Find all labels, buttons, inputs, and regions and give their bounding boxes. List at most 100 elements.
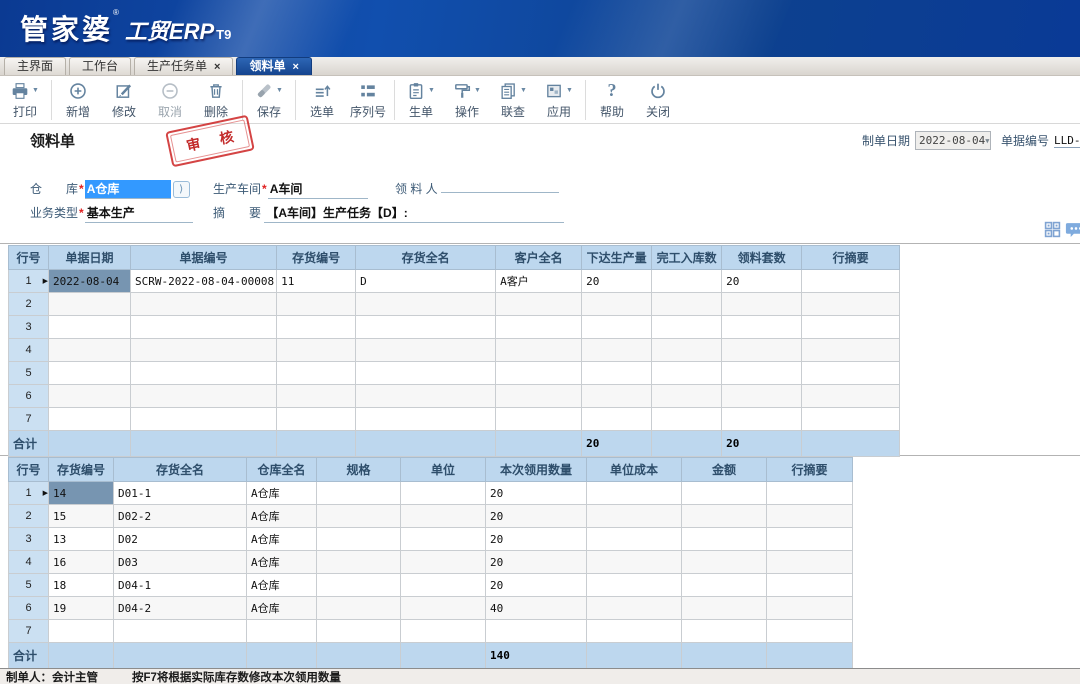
cell[interactable] <box>401 482 486 505</box>
cell[interactable] <box>49 316 131 339</box>
cell[interactable]: D01-1 <box>114 482 247 505</box>
cell[interactable] <box>277 362 356 385</box>
row-number-cell[interactable]: 5 <box>9 362 49 385</box>
cell[interactable] <box>277 339 356 362</box>
cell[interactable] <box>317 551 401 574</box>
cell[interactable] <box>802 270 900 293</box>
column-header[interactable]: 存货编号 <box>277 246 356 270</box>
column-header[interactable]: 行摘要 <box>767 458 853 482</box>
cell[interactable]: 20 <box>722 270 802 293</box>
cell[interactable] <box>682 528 767 551</box>
cell[interactable] <box>277 316 356 339</box>
warehouse-lookup-button[interactable]: ⟩ <box>173 181 190 198</box>
column-header[interactable]: 行摘要 <box>802 246 900 270</box>
cell[interactable]: D <box>356 270 496 293</box>
cell[interactable]: A仓库 <box>247 574 317 597</box>
column-header[interactable]: 完工入库数 <box>652 246 722 270</box>
tab-workbench[interactable]: 工作台 <box>69 57 131 75</box>
cell[interactable] <box>682 620 767 643</box>
cell[interactable]: D02-2 <box>114 505 247 528</box>
column-header[interactable]: 单位成本 <box>587 458 682 482</box>
cell[interactable] <box>722 339 802 362</box>
cell[interactable]: 15 <box>49 505 114 528</box>
cell[interactable] <box>802 408 900 431</box>
operations-button[interactable]: ▼操作 <box>444 80 490 120</box>
column-header[interactable]: 行号 <box>9 458 49 482</box>
cell[interactable] <box>496 339 582 362</box>
serial-number-button[interactable]: 序列号 <box>345 80 391 120</box>
table-settings-icon[interactable] <box>1044 221 1061 238</box>
cell[interactable] <box>49 620 114 643</box>
cell[interactable] <box>496 293 582 316</box>
cell[interactable] <box>49 385 131 408</box>
cell[interactable]: 20 <box>486 528 587 551</box>
cell[interactable] <box>682 482 767 505</box>
column-header[interactable]: 存货全名 <box>114 458 247 482</box>
row-number-cell[interactable]: 3 <box>9 528 49 551</box>
row-number-cell[interactable]: 4 <box>9 551 49 574</box>
cell[interactable] <box>131 385 277 408</box>
tab-main[interactable]: 主界面 <box>4 57 66 75</box>
make-date-select[interactable]: 2022-08-04 ▼ <box>915 131 991 150</box>
cell[interactable] <box>767 620 853 643</box>
cell[interactable] <box>401 574 486 597</box>
column-header[interactable]: 下达生产量 <box>582 246 652 270</box>
cell[interactable] <box>682 597 767 620</box>
help-button[interactable]: ?帮助 <box>589 80 635 120</box>
summary-input[interactable]: 【A车间】生产任务【D】: <box>264 204 564 223</box>
cell[interactable] <box>356 293 496 316</box>
cell[interactable] <box>317 528 401 551</box>
cell[interactable] <box>356 385 496 408</box>
column-header[interactable]: 仓库全名 <box>247 458 317 482</box>
cell[interactable] <box>49 339 131 362</box>
cell[interactable] <box>356 316 496 339</box>
edit-button[interactable]: 修改 <box>101 80 147 120</box>
cell[interactable] <box>652 293 722 316</box>
cell[interactable] <box>722 385 802 408</box>
cell[interactable] <box>722 408 802 431</box>
cell[interactable] <box>496 362 582 385</box>
cell[interactable] <box>582 316 652 339</box>
cell[interactable]: 11 <box>277 270 356 293</box>
cell[interactable] <box>496 316 582 339</box>
cell[interactable] <box>722 362 802 385</box>
cell[interactable] <box>802 316 900 339</box>
cell[interactable] <box>496 385 582 408</box>
cell[interactable] <box>652 339 722 362</box>
cell[interactable] <box>802 385 900 408</box>
dropdown-caret-icon[interactable]: ▼ <box>32 87 39 94</box>
cell[interactable]: A仓库 <box>247 597 317 620</box>
cell[interactable] <box>356 408 496 431</box>
row-number-cell[interactable]: 6 <box>9 597 49 620</box>
close-button[interactable]: 关闭 <box>635 80 681 120</box>
workshop-input[interactable]: A车间 <box>268 180 368 199</box>
cell[interactable] <box>49 408 131 431</box>
cell[interactable]: 16 <box>49 551 114 574</box>
cell[interactable]: 19 <box>49 597 114 620</box>
row-number-cell[interactable]: 6 <box>9 385 49 408</box>
cell[interactable] <box>401 505 486 528</box>
cell[interactable] <box>49 293 131 316</box>
cell[interactable] <box>652 385 722 408</box>
cell[interactable] <box>486 620 587 643</box>
cell[interactable]: SCRW-2022-08-04-00008 <box>131 270 277 293</box>
cell[interactable] <box>401 551 486 574</box>
column-header[interactable]: 客户全名 <box>496 246 582 270</box>
cell[interactable] <box>682 574 767 597</box>
cell[interactable]: A仓库 <box>247 505 317 528</box>
row-number-cell[interactable]: 1▶ <box>9 482 49 505</box>
cell[interactable] <box>802 293 900 316</box>
cell[interactable]: 20 <box>486 551 587 574</box>
row-number-cell[interactable]: 7 <box>9 408 49 431</box>
column-header[interactable]: 单据编号 <box>131 246 277 270</box>
cell[interactable] <box>652 362 722 385</box>
dropdown-caret-icon[interactable]: ▼ <box>566 87 573 94</box>
print-button[interactable]: ▼打印 <box>2 80 48 120</box>
cell[interactable] <box>767 482 853 505</box>
row-number-cell[interactable]: 4 <box>9 339 49 362</box>
cell[interactable] <box>277 408 356 431</box>
cell[interactable] <box>582 293 652 316</box>
cell[interactable] <box>582 408 652 431</box>
column-header[interactable]: 单位 <box>401 458 486 482</box>
cell[interactable]: 14 <box>49 482 114 505</box>
